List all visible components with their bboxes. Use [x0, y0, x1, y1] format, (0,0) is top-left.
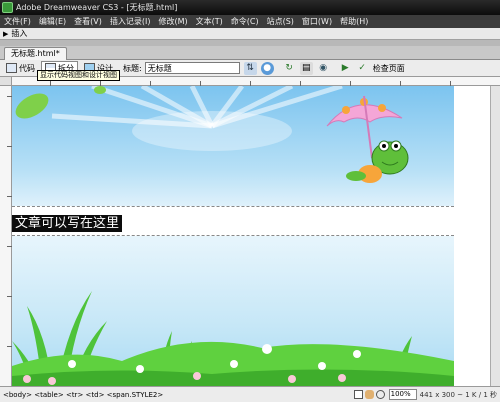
- title-bar: Adobe Dreamweaver CS3 - [无标题.html]: [0, 0, 500, 15]
- zoom-select[interactable]: 100%: [388, 389, 417, 400]
- status-bar: <body> <table> <tr> <td> <span.STYLE2> 1…: [0, 386, 500, 402]
- check-page-label: 检查页面: [372, 63, 405, 73]
- check-page-button[interactable]: 检查页面: [369, 61, 409, 75]
- menu-window[interactable]: 窗口(W): [298, 16, 336, 27]
- view-options-icon[interactable]: ▤: [299, 61, 313, 75]
- design-canvas[interactable]: 文章可以写在这里: [12, 86, 490, 386]
- status-tools: 100% 441 x 300 ~ 1 K / 1 秒: [353, 389, 500, 400]
- validate-icon[interactable]: ▶: [339, 62, 352, 75]
- menu-site[interactable]: 站点(S): [263, 16, 298, 27]
- menu-bar: 文件(F) 编辑(E) 查看(V) 插入记录(I) 修改(M) 文本(T) 命令…: [0, 15, 500, 28]
- menu-edit[interactable]: 编辑(E): [35, 16, 70, 27]
- window-title: Adobe Dreamweaver CS3 - [无标题.html]: [16, 3, 178, 12]
- tag-selector[interactable]: <body> <table> <tr> <td> <span.STYLE2>: [0, 391, 353, 399]
- title-label: 标题:: [123, 63, 142, 73]
- menu-view[interactable]: 查看(V): [70, 16, 106, 27]
- insert-panel-header[interactable]: ▶ 插入: [0, 28, 500, 40]
- content-text[interactable]: 文章可以写在这里: [12, 215, 123, 232]
- menu-modify[interactable]: 修改(M): [154, 16, 191, 27]
- page-design: 文章可以写在这里: [12, 86, 454, 386]
- zoom-tool-icon[interactable]: [375, 390, 385, 399]
- ruler-corner: [0, 77, 12, 86]
- menu-commands[interactable]: 命令(C): [227, 16, 263, 27]
- visual-aids-icon[interactable]: ◉: [317, 62, 330, 75]
- document-tabs: 无标题.html*: [0, 46, 500, 60]
- tooltip: 显示代码视图和设计视图: [37, 70, 120, 81]
- insert-panel-label: 插入: [11, 29, 28, 38]
- page-title-input[interactable]: [144, 62, 240, 74]
- grass-hill-icon: [12, 291, 454, 386]
- app-icon: [2, 2, 13, 13]
- expand-arrow-icon[interactable]: ▶: [3, 30, 8, 38]
- menu-insert[interactable]: 插入记录(I): [106, 16, 155, 27]
- page-size-readout: 441 x 300 ~ 1 K / 1 秒: [419, 390, 497, 399]
- code-view-icon: [6, 63, 17, 73]
- browser-check-icon[interactable]: ✓: [356, 62, 369, 75]
- frog-umbrella-icon: [326, 95, 409, 183]
- hand-tool-icon[interactable]: [364, 390, 374, 399]
- code-view-button[interactable]: 代码: [2, 61, 39, 75]
- menu-help[interactable]: 帮助(H): [336, 16, 372, 27]
- menu-file[interactable]: 文件(F): [0, 16, 35, 27]
- vertical-ruler: [0, 86, 12, 386]
- meadow-footer-image: [12, 236, 454, 386]
- sky-banner-image: [12, 86, 454, 206]
- preview-globe-icon[interactable]: ●: [260, 61, 274, 75]
- select-tool-icon[interactable]: [353, 390, 363, 399]
- menu-text[interactable]: 文本(T): [192, 16, 227, 27]
- refresh-icon[interactable]: ↻: [283, 62, 296, 75]
- document-tab[interactable]: 无标题.html*: [4, 47, 67, 60]
- vertical-scrollbar[interactable]: [490, 86, 500, 386]
- code-view-label: 代码: [19, 63, 35, 73]
- file-mgmt-icon[interactable]: ⇅: [243, 61, 257, 75]
